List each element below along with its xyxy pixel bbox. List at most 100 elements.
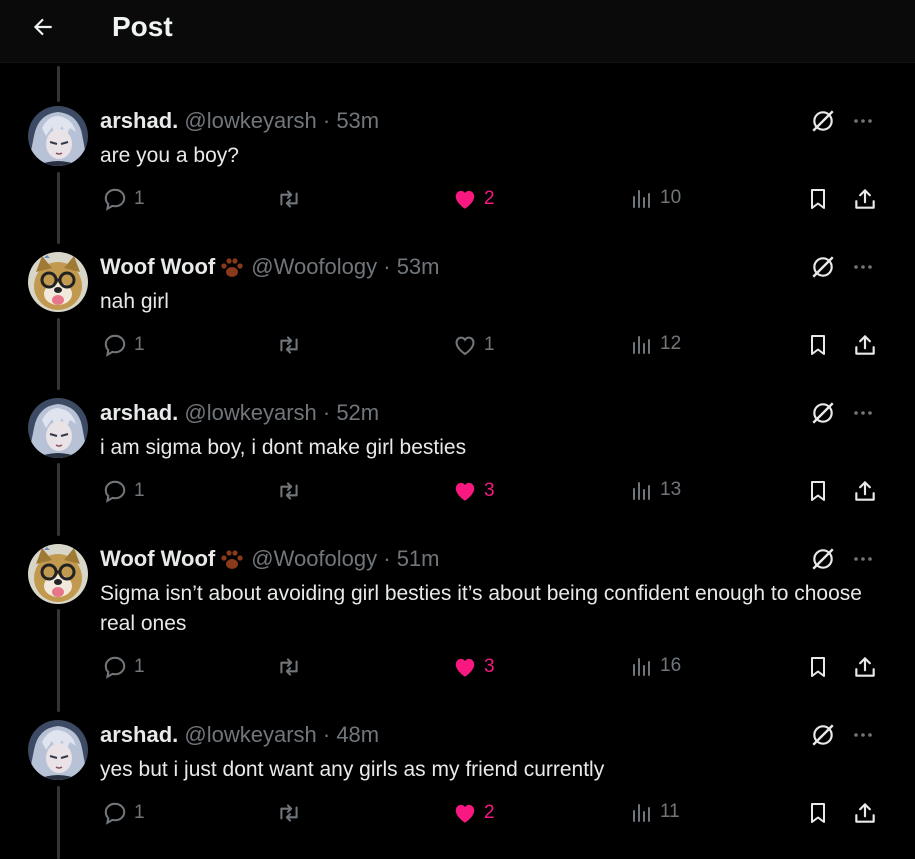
retweet-icon bbox=[274, 186, 304, 212]
grok-icon[interactable] bbox=[810, 108, 836, 139]
share-icon[interactable] bbox=[852, 800, 878, 831]
back-arrow-icon[interactable] bbox=[30, 14, 56, 40]
like-button[interactable]: 3 bbox=[452, 654, 495, 680]
grok-icon[interactable] bbox=[810, 400, 836, 431]
author-name[interactable]: arshad. bbox=[100, 722, 178, 747]
reply-button[interactable]: 1 bbox=[102, 800, 145, 826]
tweet-text: nah girl bbox=[100, 290, 169, 313]
avatar[interactable] bbox=[28, 106, 88, 166]
share-icon[interactable] bbox=[852, 332, 878, 363]
author-handle[interactable]: @lowkeyarsh · 48m bbox=[184, 722, 379, 747]
like-count: 1 bbox=[484, 334, 495, 355]
paw-icon bbox=[221, 550, 243, 570]
retweet-button[interactable] bbox=[274, 332, 304, 358]
reply-icon bbox=[102, 654, 128, 680]
paw-icon bbox=[221, 258, 243, 278]
tweet[interactable]: arshad. @lowkeyarsh · 48m yes but i just… bbox=[0, 720, 915, 825]
avatar[interactable] bbox=[28, 398, 88, 458]
views-button[interactable]: 16 bbox=[630, 654, 681, 678]
tweet[interactable]: arshad. @lowkeyarsh · 53m are you a boy?… bbox=[0, 106, 915, 211]
grok-icon[interactable] bbox=[810, 546, 836, 577]
tweet-meta: Woof Woof @Woofology · 51m bbox=[100, 546, 440, 572]
avatar[interactable] bbox=[28, 720, 88, 780]
views-button[interactable]: 10 bbox=[630, 186, 681, 210]
tweet-text: Sigma isn’t about avoiding girl besties … bbox=[100, 582, 862, 635]
reply-button[interactable]: 1 bbox=[102, 654, 145, 680]
like-icon bbox=[452, 186, 478, 212]
views-icon bbox=[630, 800, 654, 824]
retweet-icon bbox=[274, 478, 304, 504]
views-icon bbox=[630, 332, 654, 356]
share-icon[interactable] bbox=[852, 654, 878, 685]
reply-button[interactable]: 1 bbox=[102, 478, 145, 504]
avatar[interactable] bbox=[28, 252, 88, 312]
author-handle[interactable]: @lowkeyarsh · 53m bbox=[184, 108, 379, 133]
author-name[interactable]: Woof Woof bbox=[100, 546, 215, 571]
tweet[interactable]: Woof Woof @Woofology · 53m nah girl 1 1 1… bbox=[0, 252, 915, 357]
tweet-text: yes but i just dont want any girls as my… bbox=[100, 758, 605, 781]
more-icon[interactable] bbox=[851, 723, 875, 752]
like-button[interactable]: 2 bbox=[452, 800, 495, 826]
author-handle[interactable]: @Woofology · 53m bbox=[251, 254, 439, 279]
views-count: 13 bbox=[660, 479, 682, 500]
tweet[interactable]: arshad. @lowkeyarsh · 52m i am sigma boy… bbox=[0, 398, 915, 503]
more-icon[interactable] bbox=[851, 547, 875, 576]
like-count: 2 bbox=[484, 188, 495, 209]
reply-button[interactable]: 1 bbox=[102, 186, 145, 212]
bookmark-icon[interactable] bbox=[806, 654, 830, 685]
tweet-meta: arshad. @lowkeyarsh · 52m bbox=[100, 400, 379, 426]
tweet-meta: arshad. @lowkeyarsh · 48m bbox=[100, 722, 379, 748]
more-icon[interactable] bbox=[851, 255, 875, 284]
reply-button[interactable]: 1 bbox=[102, 332, 145, 358]
reply-count: 1 bbox=[134, 802, 145, 823]
more-icon[interactable] bbox=[851, 401, 875, 430]
views-button[interactable]: 13 bbox=[630, 478, 681, 502]
retweet-button[interactable] bbox=[274, 800, 304, 826]
views-icon bbox=[630, 186, 654, 210]
views-button[interactable]: 12 bbox=[630, 332, 681, 356]
views-button[interactable]: 11 bbox=[630, 800, 680, 824]
avatar[interactable] bbox=[28, 544, 88, 604]
bookmark-icon[interactable] bbox=[806, 332, 830, 363]
grok-icon[interactable] bbox=[810, 254, 836, 285]
like-icon bbox=[452, 478, 478, 504]
page-title: Post bbox=[112, 11, 173, 42]
retweet-icon bbox=[274, 800, 304, 826]
reply-count: 1 bbox=[134, 656, 145, 677]
author-name[interactable]: arshad. bbox=[100, 108, 178, 133]
reply-count: 1 bbox=[134, 480, 145, 501]
author-handle[interactable]: @Woofology · 51m bbox=[251, 546, 439, 571]
like-button[interactable]: 2 bbox=[452, 186, 495, 212]
tweet-meta: Woof Woof @Woofology · 53m bbox=[100, 254, 440, 280]
thread-line bbox=[57, 66, 60, 102]
tweet-text: i am sigma boy, i dont make girl besties bbox=[100, 436, 467, 459]
grok-icon[interactable] bbox=[810, 722, 836, 753]
like-button[interactable]: 3 bbox=[452, 478, 495, 504]
views-count: 10 bbox=[660, 187, 682, 208]
author-name[interactable]: arshad. bbox=[100, 400, 178, 425]
share-icon[interactable] bbox=[852, 478, 878, 509]
views-count: 16 bbox=[660, 655, 682, 676]
reply-icon bbox=[102, 478, 128, 504]
more-icon[interactable] bbox=[851, 109, 875, 138]
retweet-button[interactable] bbox=[274, 478, 304, 504]
like-count: 3 bbox=[484, 480, 495, 501]
author-name[interactable]: Woof Woof bbox=[100, 254, 215, 279]
bookmark-icon[interactable] bbox=[806, 478, 830, 509]
like-count: 3 bbox=[484, 656, 495, 677]
retweet-button[interactable] bbox=[274, 186, 304, 212]
tweet-text: are you a boy? bbox=[100, 144, 239, 167]
share-icon[interactable] bbox=[852, 186, 878, 217]
tweet[interactable]: Woof Woof @Woofology · 51m Sigma isn’t ab… bbox=[0, 544, 915, 679]
views-count: 12 bbox=[660, 333, 682, 354]
header: Post bbox=[0, 0, 915, 63]
bookmark-icon[interactable] bbox=[806, 800, 830, 831]
reply-icon bbox=[102, 186, 128, 212]
retweet-button[interactable] bbox=[274, 654, 304, 680]
bookmark-icon[interactable] bbox=[806, 186, 830, 217]
reply-icon bbox=[102, 800, 128, 826]
author-handle[interactable]: @lowkeyarsh · 52m bbox=[184, 400, 379, 425]
views-icon bbox=[630, 654, 654, 678]
like-button[interactable]: 1 bbox=[452, 332, 495, 358]
retweet-icon bbox=[274, 654, 304, 680]
